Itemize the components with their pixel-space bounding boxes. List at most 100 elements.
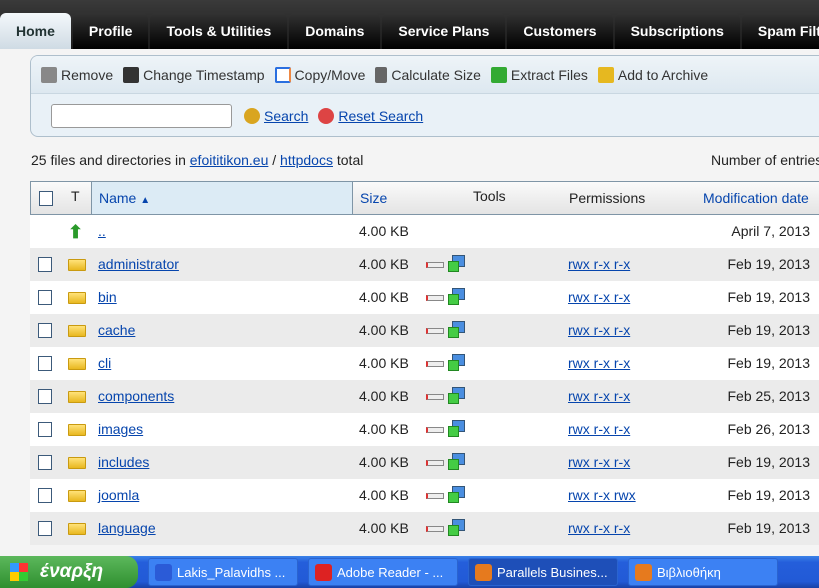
domain-link[interactable]: efoititikon.eu — [190, 152, 269, 168]
copy-icon[interactable] — [448, 255, 466, 273]
tab-domains[interactable]: Domains — [289, 13, 381, 49]
file-size: 4.00 KB — [359, 520, 409, 536]
folder-icon — [68, 523, 86, 535]
file-name-link[interactable]: joomla — [98, 479, 139, 512]
permissions-link[interactable]: rwx r-x r-x — [568, 314, 630, 347]
taskbar-item[interactable]: Parallels Busines... — [468, 558, 618, 586]
tab-spam-filter[interactable]: Spam Filter — [741, 13, 819, 49]
file-name-link[interactable]: administrator — [98, 248, 179, 281]
permissions-link[interactable]: rwx r-x r-x — [568, 248, 630, 281]
modification-date: Feb 19, 2013 — [727, 322, 810, 338]
copy-icon[interactable] — [448, 486, 466, 504]
modification-date: Feb 19, 2013 — [727, 289, 810, 305]
windows-logo-icon — [10, 563, 28, 581]
permissions-link[interactable]: rwx r-x r-x — [568, 413, 630, 446]
reset-search-link[interactable]: Reset Search — [338, 108, 423, 124]
table-row: language 4.00 KB rwx r-x r-x Feb 19, 201… — [30, 512, 819, 545]
tab-home[interactable]: Home — [0, 13, 71, 49]
rename-icon[interactable] — [426, 427, 444, 433]
modification-date: Feb 26, 2013 — [727, 421, 810, 437]
folder-icon — [68, 325, 86, 337]
size-column[interactable]: Size — [360, 182, 387, 215]
row-checkbox[interactable] — [38, 389, 52, 404]
extract-files-button[interactable]: Extract Files — [490, 66, 588, 83]
folder-icon — [68, 490, 86, 502]
extract-icon — [490, 66, 507, 83]
taskbar-item[interactable]: Adobe Reader - ... — [308, 558, 458, 586]
file-name-link[interactable]: components — [98, 380, 174, 413]
add-to-archive-button[interactable]: Add to Archive — [597, 66, 708, 83]
file-name-link[interactable]: cli — [98, 347, 111, 380]
file-name-link[interactable]: bin — [98, 281, 117, 314]
rename-icon[interactable] — [426, 526, 444, 532]
copy-icon[interactable] — [448, 354, 466, 372]
row-checkbox[interactable] — [38, 356, 52, 371]
row-checkbox[interactable] — [38, 422, 52, 437]
copy-icon[interactable] — [448, 453, 466, 471]
permissions-link[interactable]: rwx r-x r-x — [568, 446, 630, 479]
table-row: cli 4.00 KB rwx r-x r-x Feb 19, 2013 — [30, 347, 819, 380]
folder-icon — [68, 358, 86, 370]
file-name-link[interactable]: images — [98, 413, 143, 446]
row-checkbox[interactable] — [38, 323, 52, 338]
tab-subscriptions[interactable]: Subscriptions — [614, 13, 740, 49]
rename-icon[interactable] — [426, 295, 444, 301]
copy-move-button[interactable]: Copy/Move — [274, 66, 365, 83]
parent-dir-link[interactable]: .. — [98, 215, 106, 248]
tab-service-plans[interactable]: Service Plans — [382, 13, 506, 49]
clock-icon — [123, 66, 140, 83]
permissions-link[interactable]: rwx r-x r-x — [568, 380, 630, 413]
httpdocs-link[interactable]: httpdocs — [280, 152, 333, 168]
permissions-link[interactable]: rwx r-x r-x — [568, 281, 630, 314]
parent-dir-row: ⬆ .. 4.00 KB April 7, 2013 — [30, 215, 819, 248]
tab-profile[interactable]: Profile — [72, 13, 149, 49]
tab-tools-utilities[interactable]: Tools & Utilities — [150, 13, 288, 49]
copy-icon[interactable] — [448, 288, 466, 306]
file-toolbar-panel: Remove Change Timestamp Copy/Move Calcul… — [30, 55, 819, 137]
taskbar: έναρξη Lakis_Palavidhs ... Adobe Reader -… — [0, 556, 819, 588]
taskbar-item[interactable]: Βιβλιοθήκη — [628, 558, 778, 586]
remove-button[interactable]: Remove — [41, 66, 113, 83]
row-checkbox[interactable] — [38, 521, 52, 536]
file-name-link[interactable]: includes — [98, 446, 149, 479]
copy-icon[interactable] — [448, 420, 466, 438]
tab-customers[interactable]: Customers — [507, 13, 613, 49]
row-checkbox[interactable] — [38, 455, 52, 470]
rename-icon[interactable] — [426, 262, 444, 268]
select-all-checkbox[interactable] — [39, 191, 53, 206]
file-size: 4.00 KB — [359, 421, 409, 437]
date-column[interactable]: Modification date — [703, 182, 809, 215]
file-name-link[interactable]: cache — [98, 314, 135, 347]
up-arrow-icon: ⬆ — [68, 222, 84, 242]
rename-icon[interactable] — [426, 493, 444, 499]
change-timestamp-button[interactable]: Change Timestamp — [123, 66, 265, 83]
copy-icon[interactable] — [448, 321, 466, 339]
row-checkbox[interactable] — [38, 488, 52, 503]
rename-icon[interactable] — [426, 328, 444, 334]
type-column[interactable]: T — [71, 182, 80, 210]
rename-icon[interactable] — [426, 460, 444, 466]
table-row: cache 4.00 KB rwx r-x r-x Feb 19, 2013 — [30, 314, 819, 347]
copy-icon[interactable] — [448, 519, 466, 537]
search-input[interactable] — [51, 103, 232, 128]
row-checkbox[interactable] — [38, 290, 52, 305]
copy-icon[interactable] — [448, 387, 466, 405]
calculate-size-button[interactable]: Calculate Size — [375, 66, 481, 83]
search-link[interactable]: Search — [264, 108, 308, 124]
modification-date: Feb 19, 2013 — [727, 355, 810, 371]
name-column[interactable]: Name ▲ — [99, 182, 150, 217]
rename-icon[interactable] — [426, 394, 444, 400]
file-size: 4.00 KB — [359, 322, 409, 338]
rename-icon[interactable] — [426, 361, 444, 367]
entries-label: Number of entries — [711, 152, 819, 168]
start-button[interactable]: έναρξη — [0, 556, 138, 588]
permissions-link[interactable]: rwx r-x r-x — [568, 347, 630, 380]
file-name-link[interactable]: language — [98, 512, 156, 545]
taskbar-item[interactable]: Lakis_Palavidhs ... — [148, 558, 298, 586]
permissions-link[interactable]: rwx r-x r-x — [568, 512, 630, 545]
file-table: T Name ▲ Size Tools Permissions Modifica… — [30, 181, 819, 545]
trash-icon — [41, 66, 57, 83]
row-checkbox[interactable] — [38, 257, 52, 272]
table-header: T Name ▲ Size Tools Permissions Modifica… — [30, 181, 819, 215]
permissions-link[interactable]: rwx r-x rwx — [568, 479, 636, 512]
